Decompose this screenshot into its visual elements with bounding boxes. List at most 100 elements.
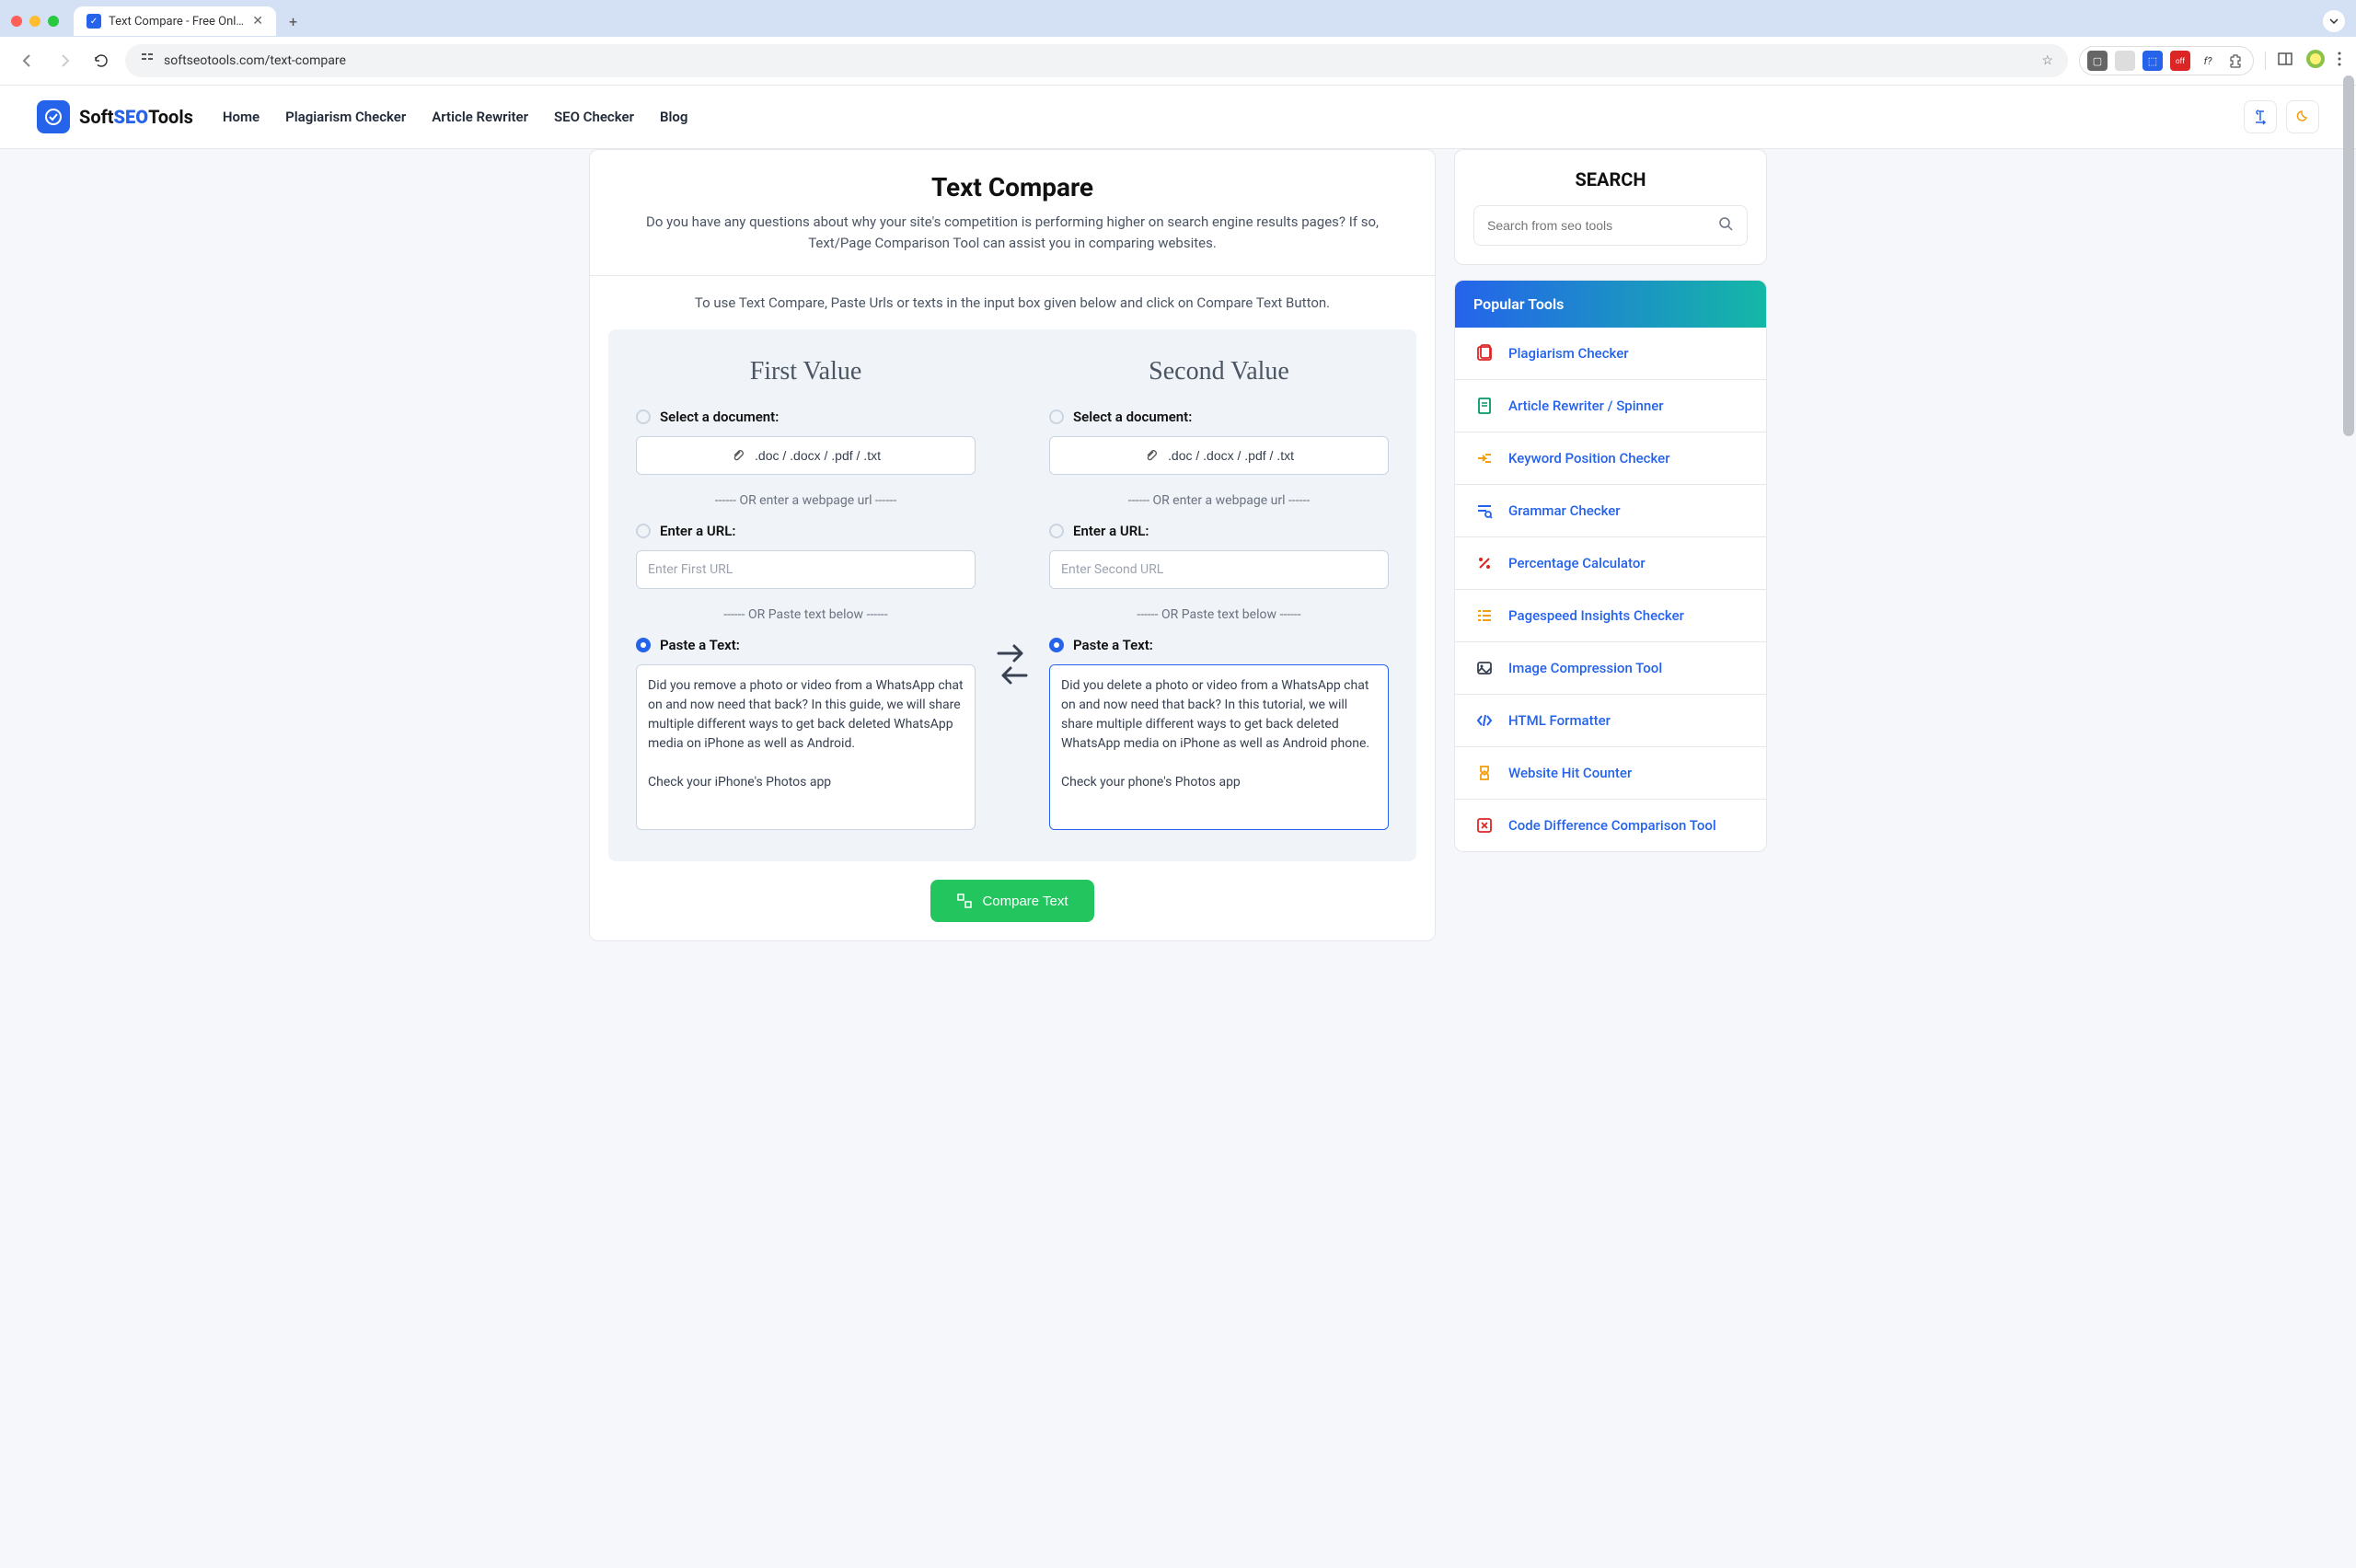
logo[interactable]: SoftSEOTools (37, 100, 193, 133)
browser-tab[interactable]: ✓ Text Compare - Free Online T ✕ (74, 6, 276, 36)
tool-item[interactable]: Keyword Position Checker (1455, 432, 1766, 485)
tool-label: Grammar Checker (1508, 502, 1621, 519)
url-text: softseotools.com/text-compare (164, 53, 2032, 68)
address-bar[interactable]: softseotools.com/text-compare ☆ (125, 44, 2068, 77)
select-document-radio[interactable]: Select a document: (636, 409, 976, 425)
maximize-window-button[interactable] (48, 16, 59, 27)
tool-label: Plagiarism Checker (1508, 345, 1629, 362)
extension-icon[interactable]: ▢ (2087, 51, 2108, 71)
tool-label: Pagespeed Insights Checker (1508, 607, 1684, 624)
nav-link-rewriter[interactable]: Article Rewriter (432, 109, 528, 125)
extension-pill: ▢ ⬚ off f? (2079, 46, 2254, 75)
tool-icon (1473, 657, 1496, 679)
logo-text: SoftSEOTools (79, 106, 193, 128)
nav-link-plagiarism[interactable]: Plagiarism Checker (285, 109, 406, 125)
tool-icon (1473, 447, 1496, 469)
profile-avatar-icon[interactable] (2306, 50, 2325, 72)
panel-icon[interactable] (2277, 51, 2293, 71)
extensions-menu-icon[interactable] (2225, 51, 2246, 71)
radio-icon (636, 409, 651, 424)
bookmark-star-icon[interactable]: ☆ (2041, 53, 2053, 68)
second-url-input[interactable]: Enter Second URL (1049, 550, 1389, 589)
extension-icon[interactable]: f? (2198, 51, 2218, 71)
paste-text-radio[interactable]: Paste a Text: (1049, 637, 1389, 653)
file-upload-button[interactable]: .doc / .docx / .pdf / .txt (1049, 436, 1389, 475)
tool-item[interactable]: Code Difference Comparison Tool (1455, 800, 1766, 851)
site-settings-icon[interactable] (140, 52, 155, 70)
forward-button[interactable] (52, 48, 77, 74)
second-value-column: Second Value Select a document: .doc / .… (1049, 357, 1389, 834)
nav-links: Home Plagiarism Checker Article Rewriter… (223, 109, 688, 125)
page-title: Text Compare (627, 172, 1398, 202)
instruction-text: To use Text Compare, Paste Urls or texts… (590, 276, 1435, 329)
popular-tools-card: Popular Tools Plagiarism CheckerArticle … (1454, 280, 1767, 852)
search-title: SEARCH (1473, 168, 1748, 190)
scrollbar-thumb[interactable] (2343, 75, 2354, 436)
tool-label: Image Compression Tool (1508, 660, 1662, 676)
main-panel: Text Compare Do you have any questions a… (589, 149, 1436, 941)
tool-item[interactable]: Image Compression Tool (1455, 642, 1766, 695)
tool-item[interactable]: Grammar Checker (1455, 485, 1766, 537)
first-url-input[interactable]: Enter First URL (636, 550, 976, 589)
new-tab-button[interactable]: + (283, 7, 303, 36)
reload-button[interactable] (88, 48, 114, 74)
tool-item[interactable]: Plagiarism Checker (1455, 328, 1766, 380)
column-title: First Value (636, 357, 976, 386)
file-upload-button[interactable]: .doc / .docx / .pdf / .txt (636, 436, 976, 475)
extension-icon[interactable]: ⬚ (2142, 51, 2163, 71)
tool-item[interactable]: Article Rewriter / Spinner (1455, 380, 1766, 432)
logo-icon (37, 100, 70, 133)
radio-icon (1049, 524, 1064, 538)
tool-label: Percentage Calculator (1508, 555, 1646, 571)
search-icon[interactable] (1717, 215, 1734, 236)
window-controls (11, 16, 59, 27)
tool-icon (1473, 395, 1496, 417)
extension-icon-off[interactable]: off (2170, 51, 2190, 71)
nav-link-blog[interactable]: Blog (660, 109, 687, 125)
first-textarea[interactable] (636, 664, 976, 830)
column-title: Second Value (1049, 357, 1389, 386)
text-direction-button[interactable] (2244, 100, 2277, 133)
attachment-icon (731, 448, 745, 463)
tool-item[interactable]: HTML Formatter (1455, 695, 1766, 747)
enter-url-radio[interactable]: Enter a URL: (1049, 523, 1389, 539)
tab-dropdown-button[interactable] (2323, 10, 2345, 32)
sidebar: SEARCH Popular Tools Plagiarism CheckerA… (1454, 149, 1767, 941)
nav-link-home[interactable]: Home (223, 109, 260, 125)
tab-title: Text Compare - Free Online T (109, 15, 245, 29)
close-window-button[interactable] (11, 16, 22, 27)
or-separator: ------ OR enter a webpage url ------ (1049, 493, 1389, 508)
search-field[interactable] (1487, 218, 1708, 233)
minimize-window-button[interactable] (29, 16, 40, 27)
tool-item[interactable]: Pagespeed Insights Checker (1455, 590, 1766, 642)
tool-item[interactable]: Website Hit Counter (1455, 747, 1766, 800)
favicon-icon: ✓ (87, 14, 101, 29)
radio-checked-icon (1049, 638, 1064, 652)
dark-mode-button[interactable] (2286, 100, 2319, 133)
tool-label: Code Difference Comparison Tool (1508, 817, 1716, 834)
paste-text-radio[interactable]: Paste a Text: (636, 637, 976, 653)
second-textarea[interactable] (1049, 664, 1389, 830)
tool-label: Website Hit Counter (1508, 765, 1632, 781)
radio-icon (1049, 409, 1064, 424)
search-input[interactable] (1473, 205, 1748, 246)
scrollbar[interactable] (2343, 75, 2354, 978)
tool-icon (1473, 552, 1496, 574)
tool-icon (1473, 709, 1496, 732)
tool-icon (1473, 762, 1496, 784)
enter-url-radio[interactable]: Enter a URL: (636, 523, 976, 539)
compare-icon (956, 893, 973, 909)
or-separator: ------ OR enter a webpage url ------ (636, 493, 976, 508)
compare-text-button[interactable]: Compare Text (930, 880, 1093, 922)
back-button[interactable] (15, 48, 40, 74)
tool-label: HTML Formatter (1508, 712, 1611, 729)
divider (2265, 52, 2266, 70)
tool-icon (1473, 814, 1496, 836)
select-document-radio[interactable]: Select a document: (1049, 409, 1389, 425)
menu-dots-icon[interactable] (2338, 52, 2341, 70)
nav-link-seo[interactable]: SEO Checker (554, 109, 634, 125)
tab-close-button[interactable]: ✕ (252, 14, 263, 29)
extension-icon[interactable] (2115, 51, 2135, 71)
tool-item[interactable]: Percentage Calculator (1455, 537, 1766, 590)
first-value-column: First Value Select a document: .doc / .d… (636, 357, 976, 834)
